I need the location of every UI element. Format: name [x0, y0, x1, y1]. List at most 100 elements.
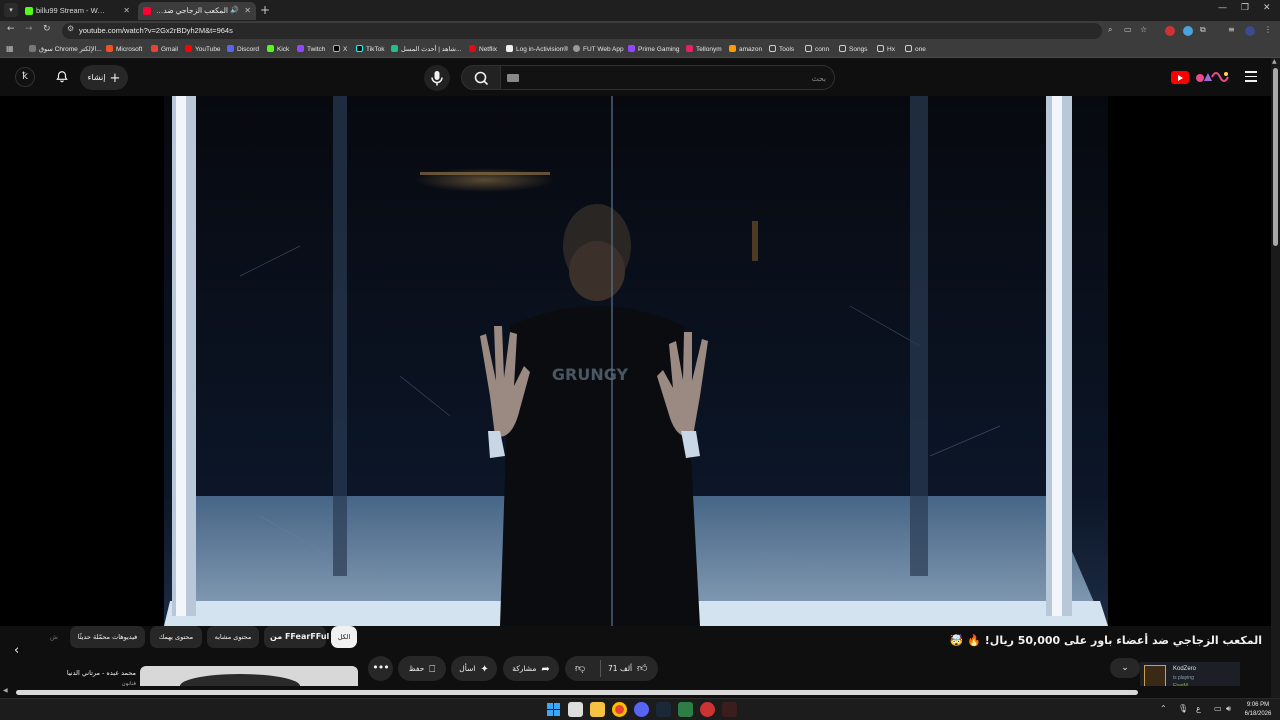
voice-search-button[interactable]	[424, 65, 450, 91]
horizontal-scroll-thumb[interactable]	[16, 690, 1138, 695]
video-frame: GRUNGY	[164, 96, 1108, 626]
notifications-bell-icon[interactable]	[52, 67, 72, 87]
steam-icon[interactable]	[656, 702, 671, 717]
bookmark-star-icon[interactable]: ☆	[1140, 25, 1147, 34]
bookmark-amazon[interactable]: amazon	[729, 41, 762, 58]
horizontal-scrollbar[interactable]: ◀	[0, 686, 1271, 698]
game-launcher-icon[interactable]	[722, 702, 737, 717]
save-button[interactable]: حفظ ⎕	[398, 656, 446, 681]
video-player[interactable]: GRUNGY	[0, 96, 1271, 626]
like-icon[interactable]: 👍︎	[637, 656, 647, 681]
scroll-up-icon[interactable]: ▲	[1272, 58, 1277, 65]
recommended-video-title[interactable]: محمد عبده - مرتاني الدنيا	[40, 669, 136, 677]
youtube-header: ꝁ إنشاء +	[0, 58, 1280, 96]
address-bar[interactable]: ⚙ youtube.com/watch?v=2Gx2rBDyh2M&t=964s	[62, 23, 1102, 39]
system-clock[interactable]: 9:06 PM 6/18/2026	[1240, 701, 1276, 719]
extensions-puzzle-icon[interactable]: ⧉	[1200, 25, 1206, 35]
chip-for-you[interactable]: محتوى يهمك	[150, 626, 202, 648]
guide-menu-icon[interactable]	[1242, 68, 1260, 86]
search-input[interactable]	[531, 69, 826, 87]
chevron-down-icon[interactable]: ⌄	[1110, 658, 1140, 678]
windows-start-icon[interactable]	[546, 702, 561, 717]
microphone-tray-icon[interactable]: 🎙︎	[1178, 704, 1188, 713]
profile-avatar-icon[interactable]	[1245, 26, 1255, 36]
discord-icon[interactable]	[634, 702, 649, 717]
site-info-icon[interactable]: ⚙	[67, 24, 74, 33]
like-count[interactable]: 71 ألف	[608, 656, 632, 681]
bookmark-tiktok[interactable]: TikTok	[356, 41, 385, 58]
browser-tab-strip: ▾ billu99 Stream - Watch Live on Kick ✕ …	[0, 0, 1280, 21]
restore-icon[interactable]: ❐	[1241, 3, 1249, 13]
bookmark-chrome-store[interactable]: سوق Chrome الإلكتر...	[29, 41, 102, 58]
chip-similar[interactable]: محتوى مشابه	[207, 626, 259, 648]
forward-icon[interactable]: →	[25, 24, 33, 34]
dislike-icon[interactable]: 👎︎	[575, 663, 585, 674]
vertical-scroll-thumb[interactable]	[1273, 68, 1278, 246]
volume-icon[interactable]: 🔊︎	[1226, 704, 1231, 714]
chip-recently-uploaded[interactable]: فيديوهات محمّلة حديثًا	[70, 626, 145, 648]
bookmark-twitch[interactable]: Twitch	[297, 41, 325, 58]
cast-icon[interactable]: ▭	[1124, 25, 1132, 34]
create-button[interactable]: إنشاء +	[80, 65, 128, 90]
tray-chevron-icon[interactable]: ⌃	[1160, 704, 1167, 713]
file-explorer-icon[interactable]	[590, 702, 605, 717]
youtube-logo[interactable]	[1171, 71, 1189, 84]
bookmark-shahid[interactable]: شاهد | أحدث المسل...	[391, 41, 461, 58]
extension-icon[interactable]	[1165, 26, 1175, 36]
bookmark-youtube[interactable]: YouTube	[185, 41, 221, 58]
network-icon[interactable]: ▭	[1214, 704, 1222, 713]
bookmark-netflix[interactable]: Netflix	[469, 41, 497, 58]
new-tab-button[interactable]: +	[260, 2, 270, 18]
bookmark-fut-web-app[interactable]: FUT Web App	[573, 41, 624, 58]
search-button[interactable]	[461, 65, 501, 90]
app-icon[interactable]	[700, 702, 715, 717]
bookmark-folder-one[interactable]: one	[905, 41, 926, 58]
ask-button[interactable]: اسأل ✦	[451, 656, 497, 681]
vertical-scrollbar[interactable]: ▲	[1271, 58, 1280, 698]
share-button[interactable]: مشاركة ➦	[503, 656, 559, 681]
tab-search-button[interactable]: ▾	[4, 3, 18, 17]
chip-all[interactable]: الكل	[331, 626, 357, 648]
create-label: إنشاء	[87, 73, 106, 82]
chip-partial[interactable]: ش	[44, 626, 64, 648]
minimize-icon[interactable]: —	[1218, 3, 1227, 13]
tab-kick-stream[interactable]: billu99 Stream - Watch Live on Kick ✕	[20, 2, 135, 20]
excel-icon[interactable]	[678, 702, 693, 717]
keyboard-language[interactable]: ع	[1196, 704, 1201, 713]
account-avatar[interactable]: ꝁ	[15, 67, 35, 87]
bookmark-x[interactable]: X	[333, 41, 347, 58]
bookmark-activision[interactable]: Log in-Activision®	[506, 41, 568, 58]
keyboard-icon[interactable]	[507, 74, 519, 82]
youtube-doodle-logo[interactable]	[1192, 67, 1232, 87]
bookmark-folder-conn[interactable]: conn	[805, 41, 829, 58]
chrome-icon[interactable]	[612, 702, 627, 717]
reading-list-icon[interactable]: ≡	[1228, 25, 1235, 34]
back-icon[interactable]: ←	[7, 24, 15, 34]
speaker-icon[interactable]: 🔊	[230, 2, 239, 20]
close-tab-icon[interactable]: ✕	[123, 2, 130, 20]
bookmark-kick[interactable]: Kick	[267, 41, 289, 58]
like-dislike-group: 👎︎ 71 ألف 👍︎	[565, 656, 658, 681]
bookmark-microsoft[interactable]: Microsoft	[106, 41, 142, 58]
zoom-icon[interactable]: ⌕	[1108, 25, 1112, 35]
close-window-icon[interactable]: ✕	[1263, 3, 1271, 13]
bookmark-folder-hx[interactable]: Hx	[877, 41, 895, 58]
bookmark-folder-tools[interactable]: Tools	[769, 41, 794, 58]
browser-menu-icon[interactable]: ⋮	[1264, 25, 1272, 34]
close-tab-icon[interactable]: ✕	[244, 2, 251, 20]
bookmark-discord[interactable]: Discord	[227, 41, 259, 58]
apps-grid-icon[interactable]: ▦	[6, 44, 14, 53]
friend-name: KodZero	[1173, 666, 1197, 672]
widgets-icon[interactable]	[568, 702, 583, 717]
reload-icon[interactable]: ↻	[43, 24, 51, 34]
bookmark-prime-gaming[interactable]: Prime Gaming	[628, 41, 680, 58]
chevron-left-icon[interactable]: ‹	[14, 643, 19, 658]
bookmark-tellonym[interactable]: Tellonym	[686, 41, 722, 58]
scroll-left-icon[interactable]: ◀	[3, 687, 8, 694]
extension-icon[interactable]	[1183, 26, 1193, 36]
tab-youtube-video[interactable]: المكعب الزجاجي ضد أعضاء باور على 50,000 …	[138, 2, 256, 20]
chip-from-channel[interactable]: من FFearFFul	[264, 626, 329, 648]
bookmark-folder-songs[interactable]: Songs	[839, 41, 867, 58]
more-actions-button[interactable]: •••	[368, 656, 393, 681]
bookmark-gmail[interactable]: Gmail	[151, 41, 178, 58]
